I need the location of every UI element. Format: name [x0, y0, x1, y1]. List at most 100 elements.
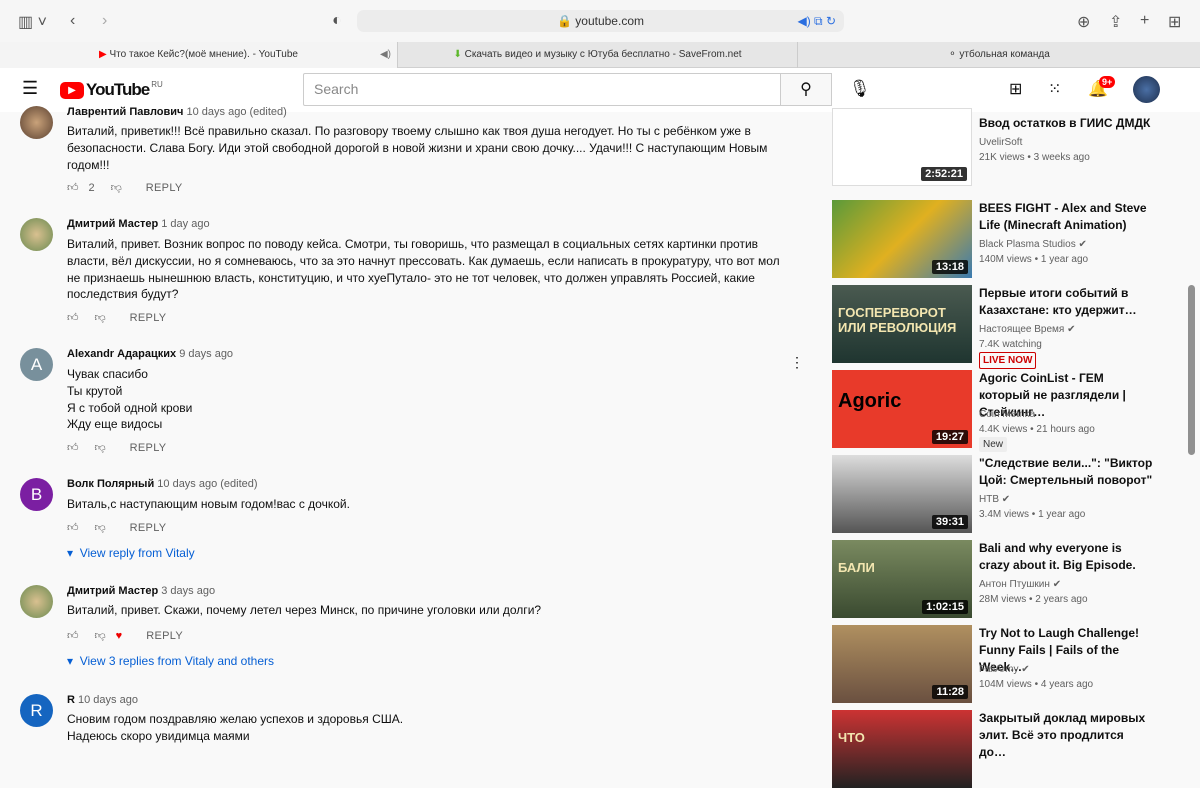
more-options-icon[interactable]: ⋮ [790, 354, 804, 371]
audio-icon[interactable]: ◀) [380, 42, 391, 68]
comment-actions: 👍︎ 👎︎ REPLY [67, 521, 167, 535]
apps-grid-icon[interactable]: ⁙ [1048, 79, 1061, 99]
related-video[interactable]: Agoric 19:27 Agoric CoinList - ГЕМ который… [832, 370, 1182, 452]
share-icon[interactable]: ⇪ [1109, 12, 1122, 32]
view-replies-button[interactable]: ▾ View reply from Vitaly [67, 546, 195, 560]
channel-name[interactable]: UvelirSoft [979, 137, 1022, 148]
tab-overview-icon[interactable]: ⊞ [1168, 12, 1181, 32]
video-thumbnail[interactable]: 39:31 [832, 455, 972, 533]
channel-name[interactable]: Coin Metrika [979, 409, 1035, 420]
reply-button[interactable]: REPLY [146, 182, 183, 194]
reply-button[interactable]: REPLY [130, 522, 167, 534]
channel-name[interactable]: FailArmy [979, 664, 1018, 675]
comment-time[interactable]: 1 day ago [161, 218, 209, 230]
comment-time[interactable]: 9 days ago [179, 348, 233, 360]
related-video[interactable]: 13:18 BEES FIGHT - Alex and Steve Life (M… [832, 200, 1182, 278]
dislike-icon[interactable]: 👎︎ [95, 311, 106, 324]
avatar[interactable] [20, 585, 53, 618]
video-title[interactable]: Первые итоги событий в Казахстане: кто у… [979, 285, 1154, 319]
youtube-logo[interactable]: ▶ YouTube RU [60, 80, 163, 100]
author-name[interactable]: Лаврентий Павлович [67, 106, 183, 118]
scrollbar[interactable] [1188, 285, 1195, 455]
address-bar[interactable]: 🔒 youtube.com ◀) ⧉ ↻ [357, 10, 844, 32]
microphone-icon[interactable]: 🎙 [849, 79, 871, 99]
author-name[interactable]: R [67, 694, 75, 706]
new-badge: New [979, 437, 1008, 452]
video-thumbnail[interactable]: 13:18 [832, 200, 972, 278]
tab-football[interactable]: ⚬ утбольная команда [798, 42, 1200, 68]
like-icon[interactable]: 👍︎ [67, 441, 79, 454]
video-thumbnail[interactable]: ГОСПЕРЕВОРОТ ИЛИ РЕВОЛЮЦИЯ [832, 285, 972, 363]
related-video[interactable]: ГОСПЕРЕВОРОТ ИЛИ РЕВОЛЮЦИЯ Первые итоги с… [832, 285, 1182, 369]
tab-savefrom[interactable]: ⬇ Скачать видео и музыку с Ютуба бесплат… [398, 42, 798, 68]
comment-author[interactable]: Волк Полярный 10 days ago (edited) [67, 478, 258, 490]
related-video[interactable]: БАЛИ 1:02:15 Bali and why everyone is craz… [832, 540, 1182, 618]
channel-name[interactable]: НТВ [979, 494, 999, 505]
video-title[interactable]: BEES FIGHT - Alex and Steve Life (Minecr… [979, 200, 1154, 234]
audio-translate-reload-icon[interactable]: ◀) ⧉ ↻ [797, 10, 836, 32]
video-title[interactable]: Закрытый доклад мировых элит. Всё это пр… [979, 710, 1154, 761]
comment-line: Виталий, приветик!!! Всё правильно сказа… [67, 124, 751, 138]
user-avatar[interactable] [1133, 76, 1160, 103]
video-duration: 1:02:15 [922, 600, 968, 614]
author-name[interactable]: Дмитрий Мастер [67, 585, 158, 597]
channel-name[interactable]: Антон Птушкин [979, 579, 1050, 590]
avatar[interactable]: B [20, 478, 53, 511]
channel-name[interactable]: Настоящее Время [979, 324, 1064, 335]
forward-icon[interactable]: › [102, 12, 107, 30]
like-icon[interactable]: 👍︎ [67, 311, 79, 324]
like-icon[interactable]: 👍︎ [67, 181, 79, 194]
download-icon[interactable]: ⊕ [1077, 12, 1090, 32]
comment-author[interactable]: Лаврентий Павлович 10 days ago (edited) [67, 106, 287, 118]
menu-icon[interactable]: ☰ [22, 78, 38, 99]
back-icon[interactable]: ‹ [70, 12, 75, 30]
sidebar-toggle-icon[interactable]: ▥ ˅ [18, 12, 47, 32]
dislike-icon[interactable]: 👎︎ [95, 441, 106, 454]
comment-time[interactable]: 3 days ago [161, 585, 215, 597]
avatar[interactable]: R [20, 694, 53, 727]
privacy-shield-icon[interactable]: ◐ [332, 12, 342, 30]
dislike-icon[interactable]: 👎︎ [95, 521, 106, 534]
video-thumbnail[interactable]: 11:28 [832, 625, 972, 703]
search-input[interactable]: Search [303, 73, 781, 106]
new-tab-icon[interactable]: + [1140, 12, 1149, 30]
video-thumbnail[interactable]: БАЛИ 1:02:15 [832, 540, 972, 618]
view-replies-button[interactable]: ▾ View 3 replies from Vitaly and others [67, 654, 274, 668]
video-title[interactable]: "Следствие вели...": "Виктор Цой: Смерте… [979, 455, 1154, 489]
author-name[interactable]: Волк Полярный [67, 478, 154, 490]
avatar[interactable]: A [20, 348, 53, 381]
related-video[interactable]: 11:28 Try Not to Laugh Challenge! Funny F… [832, 625, 1182, 703]
video-duration: 13:18 [931, 260, 968, 274]
comment-author[interactable]: Alexandr Адарацких 9 days ago [67, 348, 233, 360]
video-thumbnail[interactable]: Agoric 19:27 [832, 370, 972, 448]
comment-time[interactable]: 10 days ago (edited) [157, 478, 257, 490]
video-title[interactable]: Bali and why everyone is crazy about it.… [979, 540, 1154, 574]
related-video[interactable]: ЧТО Закрытый доклад мировых элит. Всё это… [832, 710, 1182, 788]
related-video[interactable]: 39:31 "Следствие вели...": "Виктор Цой: С… [832, 455, 1182, 533]
video-thumbnail[interactable]: 2:52:21 [832, 108, 972, 186]
like-icon[interactable]: 👍︎ [67, 629, 79, 642]
reply-button[interactable]: REPLY [130, 312, 167, 324]
video-title[interactable]: Ввод остатков в ГИИС ДМДК [979, 115, 1154, 132]
channel-name[interactable]: Black Plasma Studios [979, 239, 1076, 250]
tab-youtube[interactable]: ▶ Что такое Кейс?(моё мнение). - YouTube… [0, 42, 398, 68]
dislike-icon[interactable]: 👎︎ [111, 181, 122, 194]
dislike-icon[interactable]: 👎︎ [95, 629, 106, 642]
like-icon[interactable]: 👍︎ [67, 521, 79, 534]
comment-author[interactable]: Дмитрий Мастер 1 day ago [67, 218, 210, 230]
comment-time[interactable]: 10 days ago (edited) [187, 106, 287, 118]
related-video[interactable]: 2:52:21 Ввод остатков в ГИИС ДМДК UvelirSo… [832, 108, 1182, 186]
search-button[interactable]: ⚲ [780, 73, 832, 106]
author-name[interactable]: Дмитрий Мастер [67, 218, 158, 230]
tab-bar: ▶ Что такое Кейс?(моё мнение). - YouTube… [0, 42, 1200, 68]
avatar[interactable] [20, 218, 53, 251]
comment-author[interactable]: R 10 days ago [67, 694, 138, 706]
comment-time[interactable]: 10 days ago [78, 694, 138, 706]
author-name[interactable]: Alexandr Адарацких [67, 348, 176, 360]
video-thumbnail[interactable]: ЧТО [832, 710, 972, 788]
comment-author[interactable]: Дмитрий Мастер 3 days ago [67, 585, 215, 597]
create-video-icon[interactable]: ⊞ [1009, 79, 1022, 99]
avatar[interactable] [20, 106, 53, 139]
reply-button[interactable]: REPLY [130, 442, 167, 454]
reply-button[interactable]: REPLY [146, 630, 183, 642]
